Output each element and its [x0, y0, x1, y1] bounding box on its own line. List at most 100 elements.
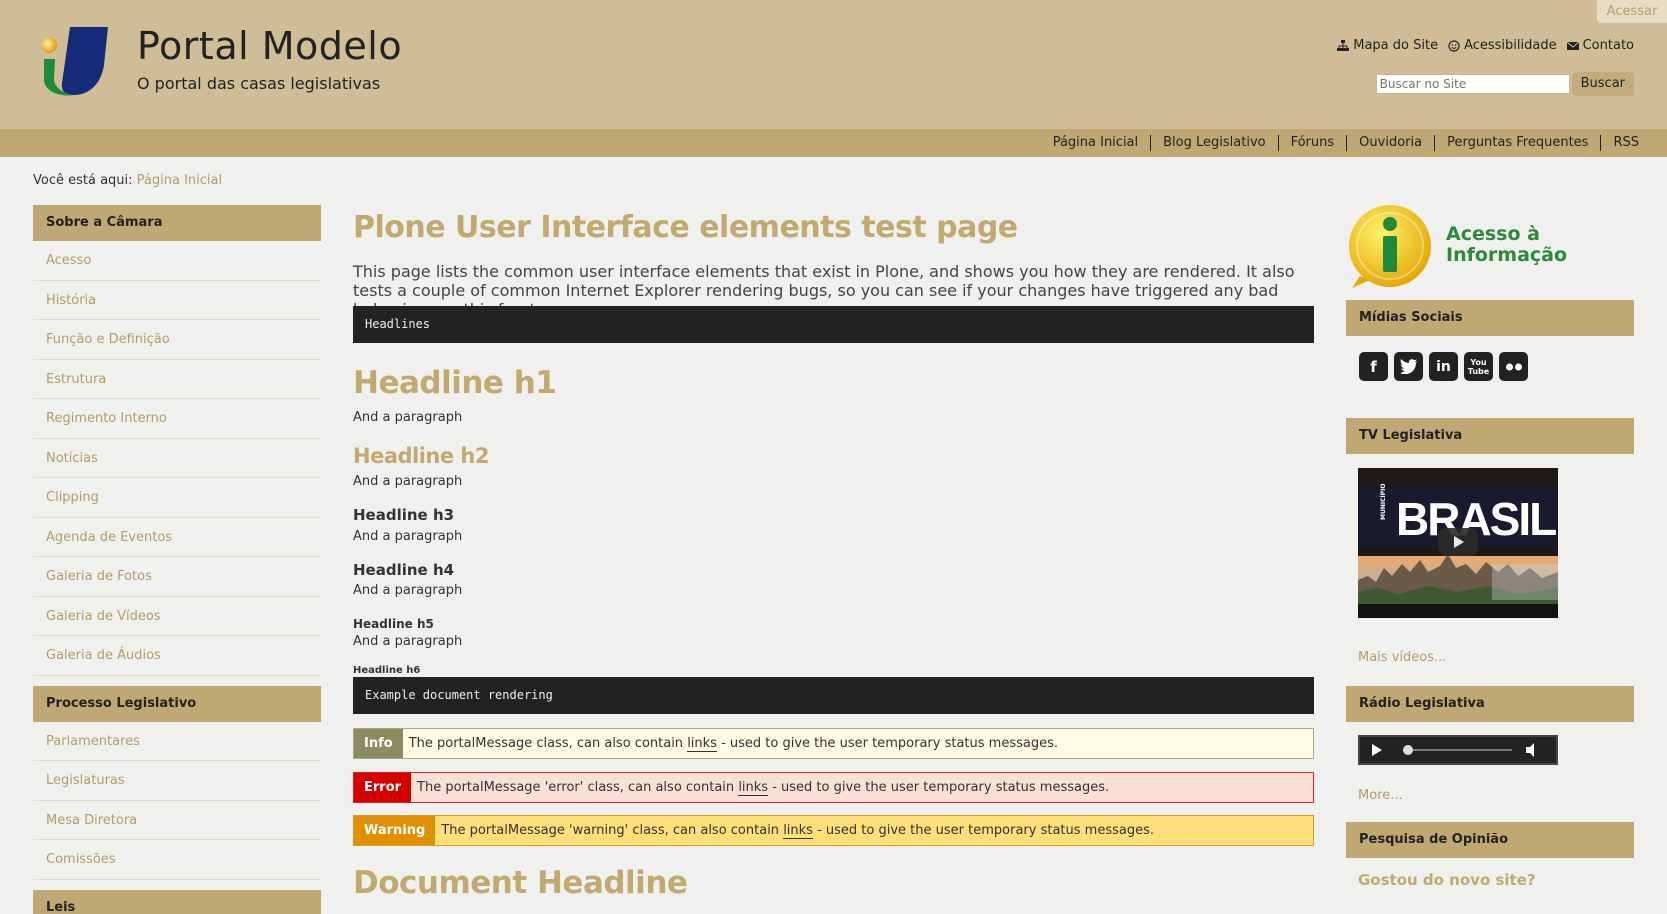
linkedin-icon[interactable]: in: [1429, 352, 1458, 381]
search-form: Buscar: [1375, 72, 1634, 96]
site-header: Acessar Portal Modelo O portal das casas…: [0, 0, 1667, 129]
nav-item-ombudsman[interactable]: Ouvidoria: [1346, 135, 1434, 151]
nav-item-blog[interactable]: Blog Legislativo: [1150, 135, 1277, 151]
warning-message-link[interactable]: links: [783, 823, 813, 839]
more-videos-link[interactable]: Mais vídeos...: [1346, 650, 1634, 686]
sidebar-item-acesso[interactable]: Acesso: [33, 241, 321, 281]
login-link[interactable]: Acessar: [1597, 0, 1667, 23]
sidebar-item-funcao[interactable]: Função e Definição: [33, 320, 321, 360]
portlet-header-radio: Rádio Legislativa: [1346, 686, 1634, 722]
sidebar-item-parlamentares[interactable]: Parlamentares: [33, 722, 321, 761]
top-links: Mapa do Site Acessibilidade Contato: [1337, 38, 1634, 53]
sidebar-item-historia[interactable]: História: [33, 281, 321, 320]
error-message-link[interactable]: links: [738, 780, 769, 796]
youtube-icon[interactable]: You Tube: [1464, 352, 1493, 381]
access-to-information-label: Acesso à Informação: [1446, 224, 1567, 266]
site-title[interactable]: Portal Modelo: [137, 24, 402, 68]
paragraph: And a paragraph: [353, 529, 463, 544]
info-badge-icon: [1349, 205, 1431, 288]
paragraph: And a paragraph: [353, 583, 463, 598]
warning-message-after: - used to give the user temporary status…: [817, 823, 1154, 838]
volume-icon: [1526, 743, 1534, 757]
nav-item-faq[interactable]: Perguntas Frequentes: [1434, 135, 1600, 151]
social-icons: f in You Tube: [1346, 336, 1634, 418]
sidebar-item-clipping[interactable]: Clipping: [33, 478, 321, 518]
sidebar-item-legislaturas[interactable]: Legislaturas: [33, 761, 321, 801]
error-message: Error The portalMessage 'error' class, c…: [353, 772, 1314, 803]
headline-h6: Headline h6: [353, 665, 421, 676]
breadcrumb-prefix: Você está aqui:: [33, 173, 133, 188]
sidebar-item-videos[interactable]: Galeria de Vídeos: [33, 597, 321, 636]
warning-message-before: The portalMessage 'warning' class, can a…: [441, 823, 780, 838]
site-subtitle: O portal das casas legislativas: [137, 74, 381, 93]
page-title: Plone User Interface elements test page: [353, 210, 1018, 245]
facebook-icon[interactable]: f: [1359, 352, 1388, 381]
info-message-after: - used to give the user temporary status…: [721, 736, 1058, 751]
portlet-header-poll: Pesquisa de Opinião: [1346, 822, 1634, 858]
error-message-before: The portalMessage 'error' class, can als…: [417, 780, 735, 795]
nav-item-forums[interactable]: Fóruns: [1277, 135, 1347, 151]
left-sidebar: Sobre a Câmara Acesso História Função e …: [33, 205, 321, 914]
info-message-link[interactable]: links: [687, 736, 717, 752]
nav-item-rss[interactable]: RSS: [1600, 135, 1651, 151]
access-line-1: Acesso à: [1446, 223, 1540, 245]
portlet-header-about: Sobre a Câmara: [33, 205, 321, 241]
portlet-header-laws: Leis: [33, 889, 321, 914]
sitemap-link[interactable]: Mapa do Site: [1337, 38, 1438, 53]
document-headline: Document Headline: [353, 865, 688, 901]
play-icon[interactable]: [1438, 528, 1478, 556]
headline-h3: Headline h3: [353, 506, 455, 524]
more-radio-link[interactable]: More...: [1346, 788, 1634, 822]
info-message-tag: Info: [354, 729, 403, 758]
breadcrumb-home-link[interactable]: Página Inicial: [137, 173, 222, 188]
portlet-header-tv: TV Legislativa: [1346, 418, 1634, 454]
sidebar-item-comissoes[interactable]: Comissões: [33, 840, 321, 880]
info-message: Info The portalMessage class, can also c…: [353, 728, 1314, 759]
error-message-tag: Error: [354, 773, 412, 802]
site-logo-icon[interactable]: [40, 25, 112, 99]
error-message-after: - used to give the user temporary status…: [772, 780, 1110, 795]
sidebar-item-audios[interactable]: Galeria de Áudios: [33, 636, 321, 676]
accessibility-icon: [1448, 39, 1460, 52]
access-to-information-banner[interactable]: Acesso à Informação: [1346, 204, 1634, 290]
contact-link[interactable]: Contato: [1566, 38, 1634, 53]
sidebar-item-agenda[interactable]: Agenda de Eventos: [33, 518, 321, 557]
sitemap-label: Mapa do Site: [1353, 38, 1439, 53]
headline-h2: Headline h2: [353, 444, 489, 468]
envelope-icon: [1566, 41, 1579, 50]
right-sidebar: Acesso à Informação Mídias Sociais f in …: [1346, 204, 1634, 889]
video-small-caption: MUNICÍPIO: [1380, 483, 1387, 520]
paragraph: And a paragraph: [353, 410, 463, 425]
twitter-icon[interactable]: [1394, 352, 1423, 381]
access-line-2: Informação: [1446, 244, 1568, 266]
code-block-example: Example document rendering: [353, 677, 1314, 714]
search-button[interactable]: Buscar: [1571, 72, 1634, 96]
breadcrumb: Você está aqui: Página Inicial: [33, 173, 222, 188]
sitemap-icon: [1337, 39, 1350, 51]
warning-message-text: The portalMessage 'warning' class, can a…: [435, 816, 1313, 845]
sidebar-item-estrutura[interactable]: Estrutura: [33, 360, 321, 399]
info-message-before: The portalMessage class, can also contai…: [408, 736, 684, 751]
accessibility-link[interactable]: Acessibilidade: [1448, 38, 1557, 53]
flickr-icon[interactable]: [1499, 352, 1528, 381]
contact-label: Contato: [1582, 38, 1634, 53]
info-message-text: The portalMessage class, can also contai…: [403, 729, 1313, 758]
paragraph: And a paragraph: [353, 634, 463, 649]
sidebar-item-regimento[interactable]: Regimento Interno: [33, 399, 321, 439]
headline-h4: Headline h4: [353, 561, 455, 579]
portlet-header-social: Mídias Sociais: [1346, 300, 1634, 336]
video-player[interactable]: MUNICÍPIO BRASIL: [1358, 468, 1558, 618]
nav-item-home[interactable]: Página Inicial: [1041, 135, 1150, 151]
sidebar-item-mesa[interactable]: Mesa Diretora: [33, 801, 321, 840]
headline-h1: Headline h1: [353, 365, 557, 401]
warning-message: Warning The portalMessage 'warning' clas…: [353, 815, 1314, 846]
portlet-header-legislative: Processo Legislativo: [33, 685, 321, 722]
sidebar-item-noticias[interactable]: Notícias: [33, 439, 321, 478]
accessibility-label: Acessibilidade: [1464, 38, 1557, 53]
audio-play-icon: [1372, 744, 1382, 756]
audio-player[interactable]: [1358, 735, 1558, 765]
paragraph: And a paragraph: [353, 474, 463, 489]
sidebar-item-fotos[interactable]: Galeria de Fotos: [33, 557, 321, 597]
search-input[interactable]: [1375, 74, 1570, 94]
global-nav: Página Inicial Blog Legislativo Fóruns O…: [0, 129, 1667, 157]
